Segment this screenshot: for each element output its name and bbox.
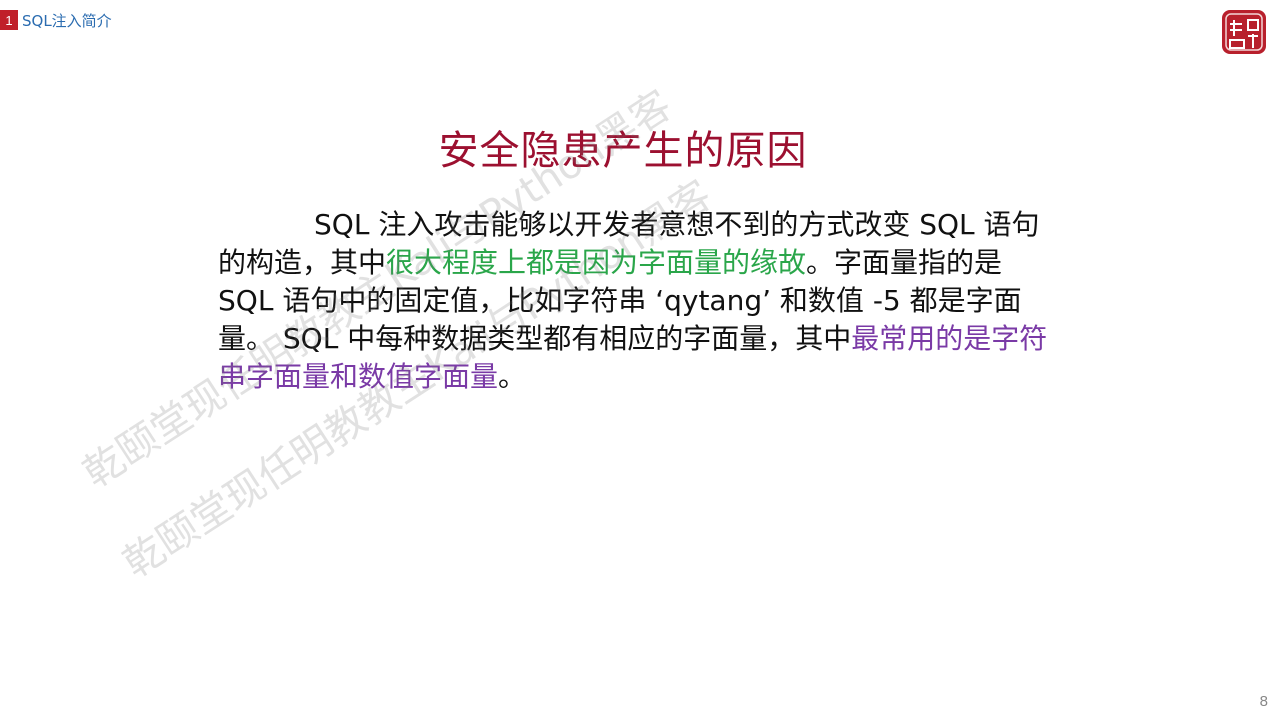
seal-icon: [1222, 10, 1266, 54]
section-title: SQL注入简介: [22, 11, 112, 30]
body-paragraph: SQL 注入攻击能够以开发者意想不到的方式改变 SQL 语句的构造，其中很大程度…: [218, 206, 1058, 396]
section-header: 1 SQL注入简介: [0, 10, 112, 30]
page-number: 8: [1259, 693, 1268, 710]
slide-title: 安全隐患产生的原因: [438, 128, 808, 174]
section-number-badge: 1: [0, 10, 18, 30]
seal-logo: [1220, 8, 1270, 58]
paragraph-highlight-green: 很大程度上都是因为字面量的缘故: [386, 246, 807, 279]
paragraph-segment-5: 。: [498, 360, 527, 393]
